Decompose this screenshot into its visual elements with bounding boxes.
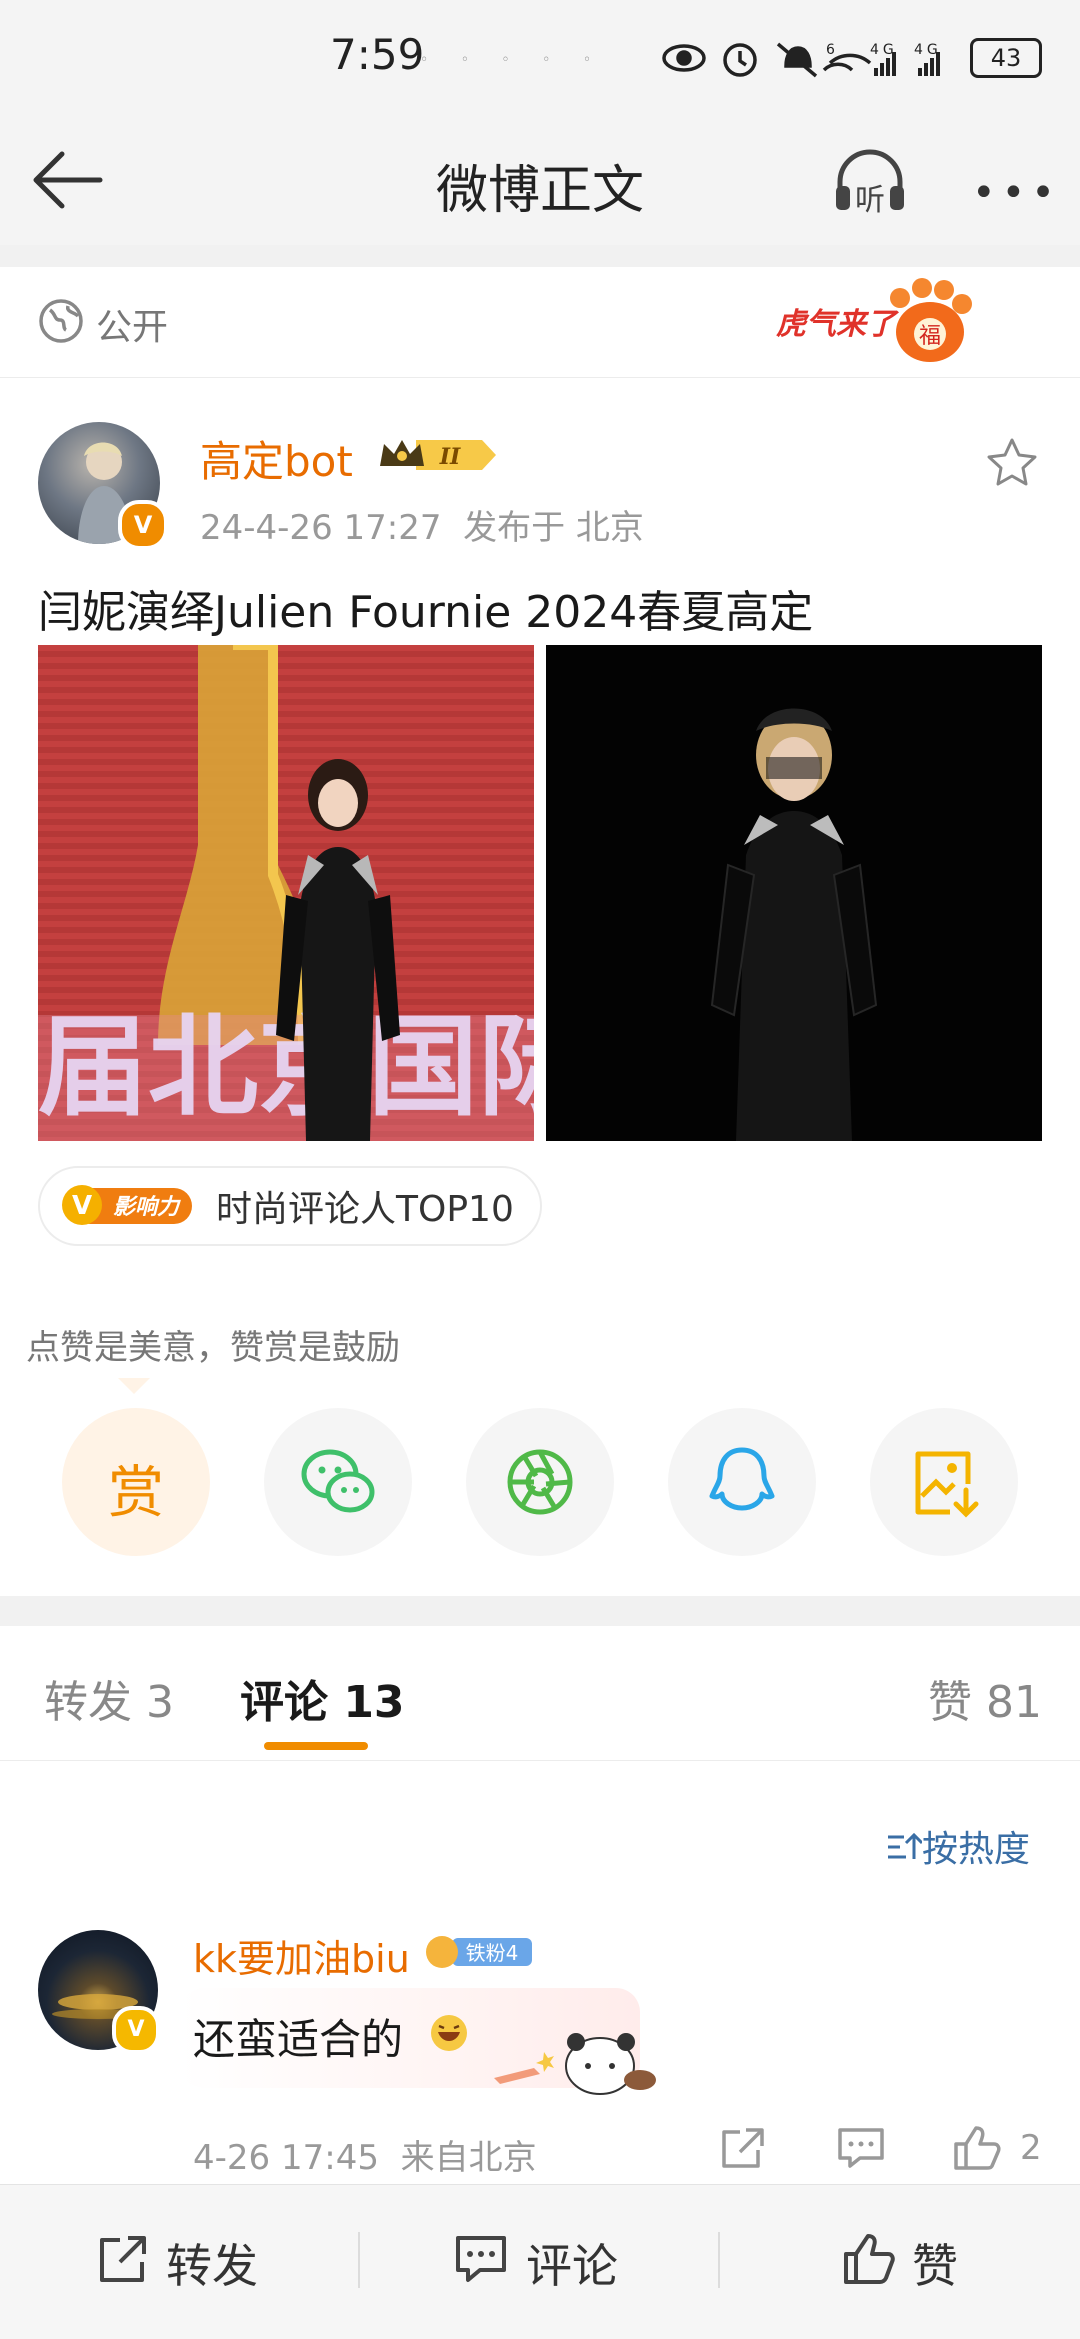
repost-icon[interactable] bbox=[96, 2232, 150, 2286]
divider bbox=[718, 2232, 720, 2288]
comment-icon[interactable] bbox=[454, 2232, 508, 2286]
member-level: II bbox=[439, 444, 461, 470]
verified-badge: V bbox=[118, 500, 168, 550]
share-moments-button[interactable] bbox=[466, 1408, 614, 1556]
save-image-icon bbox=[915, 1451, 979, 1518]
comment-like-icon[interactable] bbox=[952, 2124, 1002, 2172]
divider bbox=[358, 2232, 360, 2288]
tip-pointer bbox=[118, 1378, 150, 1394]
comment-button[interactable]: 评论 bbox=[526, 2230, 618, 2296]
wechat-icon bbox=[301, 1449, 375, 1513]
tiger-paw-badge-icon[interactable]: 虎气来了 福 bbox=[770, 272, 990, 368]
fan-badge-icon: 铁粉4 bbox=[426, 1936, 532, 1968]
reward-button[interactable]: 赏 bbox=[62, 1408, 210, 1556]
divider bbox=[0, 1596, 1080, 1626]
page-title: 微博正文 bbox=[435, 161, 644, 221]
author-name[interactable]: 高定bot bbox=[200, 428, 353, 489]
qq-icon bbox=[709, 1447, 775, 1511]
post-meta: 24-4-26 17:27 发布于 北京 bbox=[200, 500, 644, 549]
moments-icon bbox=[507, 1449, 573, 1515]
influence-badge-label: 影响力 bbox=[113, 1195, 181, 1220]
svg-text:福: 福 bbox=[919, 324, 941, 349]
listen-label: 听 bbox=[855, 183, 885, 216]
sort-icon bbox=[888, 1832, 924, 1859]
status-time: 7:59 bbox=[330, 30, 425, 79]
comment-time: 4-26 17:45 bbox=[193, 2138, 379, 2178]
active-tab-indicator bbox=[264, 1742, 368, 1750]
notification-icons: ◦ ◦ ◦ ◦ ◦ bbox=[420, 52, 606, 68]
comment-reply-icon[interactable] bbox=[836, 2124, 886, 2172]
fan-badge-label: 铁粉4 bbox=[466, 1941, 519, 1965]
red-carpet-photo: 届北京国际 bbox=[38, 645, 534, 1141]
reward-tip: 点赞是美意，赞赏是鼓励 bbox=[26, 1328, 400, 1368]
tab-like[interactable]: 赞 81 bbox=[928, 1666, 1042, 1730]
comment-location: 来自北京 bbox=[400, 2138, 537, 2178]
system-icons: 6 4G 4G bbox=[662, 42, 940, 78]
tab-repost[interactable]: 转发 3 bbox=[44, 1666, 174, 1730]
post-date: 24-4-26 17:27 bbox=[200, 508, 442, 548]
laughing-emoji-icon bbox=[431, 2015, 467, 2051]
influence-badge-letter: V bbox=[72, 1191, 92, 1221]
share-wechat-button[interactable] bbox=[264, 1408, 412, 1556]
reward-label: 赏 bbox=[108, 1461, 164, 1526]
tab-comment[interactable]: 评论 13 bbox=[240, 1666, 405, 1730]
svg-text:6: 6 bbox=[826, 42, 839, 58]
post-text: 闫妮演绎Julien Fournie 2024春夏高定 bbox=[38, 587, 814, 638]
more-options-icon[interactable]: ••• bbox=[972, 170, 1061, 216]
status-icons: 6 4G 4G bbox=[660, 36, 960, 91]
sort-label: 按热度 bbox=[922, 1829, 1031, 1870]
repost-button[interactable]: 转发 bbox=[166, 2230, 258, 2296]
member-crown-badge-icon[interactable]: II bbox=[376, 432, 498, 478]
comment-text: 还蛮适合的 bbox=[193, 2015, 404, 2064]
share-qq-button[interactable] bbox=[668, 1408, 816, 1556]
favorite-star-icon[interactable] bbox=[985, 436, 1039, 490]
globe-icon bbox=[39, 299, 83, 343]
panda-sticker-icon bbox=[494, 2033, 656, 2095]
runway-photo bbox=[546, 645, 1042, 1141]
comment-meta: 4-26 17:45 来自北京 bbox=[193, 2130, 537, 2179]
visibility-label: 公开 bbox=[96, 307, 169, 348]
commenter-name[interactable]: kk要加油biu bbox=[193, 1928, 410, 1983]
influence-text: 时尚评论人TOP10 bbox=[216, 1189, 514, 1230]
comment-share-icon[interactable] bbox=[718, 2124, 768, 2172]
like-button[interactable]: 赞 bbox=[912, 2230, 958, 2296]
divider bbox=[0, 245, 1080, 267]
sort-button[interactable]: 按热度 bbox=[886, 1820, 1030, 1872]
divider bbox=[0, 1760, 1080, 1761]
badge-text: 虎气来了 bbox=[776, 307, 899, 342]
influence-badge-icon: V 影响力 bbox=[62, 1185, 192, 1225]
save-image-button[interactable] bbox=[870, 1408, 1018, 1556]
post-image-2[interactable] bbox=[546, 645, 1042, 1141]
post-location: 发布于 北京 bbox=[463, 508, 644, 548]
commenter-verified-badge: V bbox=[112, 2006, 160, 2054]
comment-like-count: 2 bbox=[1020, 2128, 1042, 2168]
headphone-listen-icon[interactable]: 听 bbox=[830, 146, 910, 216]
post-image-1[interactable]: 届北京国际 bbox=[38, 645, 534, 1141]
battery-indicator: 43 bbox=[970, 38, 1042, 78]
like-icon[interactable] bbox=[842, 2232, 896, 2286]
